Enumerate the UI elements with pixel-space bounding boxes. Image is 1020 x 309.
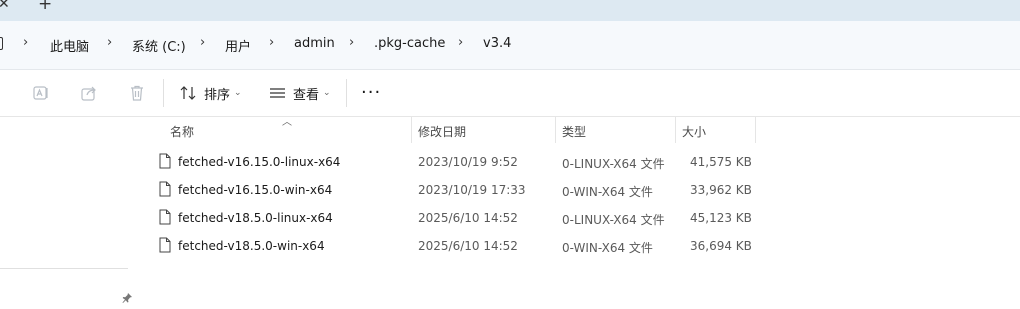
- view-button[interactable]: 查看 ⌄: [269, 83, 331, 103]
- column-divider[interactable]: [675, 117, 676, 143]
- file-icon: [159, 209, 171, 225]
- nav-pane-divider: [0, 268, 128, 269]
- more-options-button[interactable]: ···: [361, 82, 381, 103]
- view-icon: [270, 88, 285, 98]
- new-tab-button[interactable]: +: [38, 0, 52, 14]
- toolbar-divider: [346, 79, 347, 107]
- file-name: fetched-v18.5.0-win-x64: [178, 239, 325, 253]
- file-row[interactable]: fetched-v18.5.0-win-x64 2025/6/10 14:52 …: [150, 232, 760, 260]
- breadcrumb-this-pc[interactable]: 此电脑: [50, 36, 89, 55]
- chevron-right-icon[interactable]: ›: [23, 35, 28, 50]
- file-row[interactable]: fetched-v18.5.0-linux-x64 2025/6/10 14:5…: [150, 204, 760, 232]
- share-icon[interactable]: [80, 84, 98, 102]
- delete-icon[interactable]: [128, 84, 146, 102]
- sort-button[interactable]: 排序 ⌄: [180, 83, 242, 103]
- close-tab-icon[interactable]: ✕: [0, 0, 10, 12]
- view-label: 查看: [293, 87, 320, 103]
- sort-label: 排序: [204, 87, 231, 103]
- file-type: 0-LINUX-X64 文件: [562, 213, 665, 227]
- breadcrumb: › 此电脑 › 系统 (C:) › 用户 › admin › .pkg-cach…: [0, 21, 1020, 70]
- file-name: fetched-v16.15.0-win-x64: [178, 183, 333, 197]
- column-divider[interactable]: [555, 117, 556, 143]
- sort-ascending-icon: ︿: [282, 117, 292, 128]
- chevron-right-icon[interactable]: ›: [458, 35, 463, 50]
- chevron-right-icon[interactable]: ›: [107, 35, 112, 50]
- chevron-down-icon: ⌄: [234, 88, 242, 98]
- sort-icon: [180, 86, 196, 100]
- file-icon: [159, 237, 171, 253]
- file-size: 33,962 KB: [690, 183, 752, 197]
- column-header-date[interactable]: 修改日期: [418, 123, 466, 140]
- toolbar-divider: [163, 79, 164, 107]
- chevron-right-icon[interactable]: ›: [269, 35, 274, 50]
- file-icon: [159, 181, 171, 197]
- breadcrumb-admin[interactable]: admin: [294, 36, 335, 51]
- file-size: 45,123 KB: [690, 211, 752, 225]
- rename-icon[interactable]: [32, 84, 50, 102]
- breadcrumb-system-c[interactable]: 系统 (C:): [132, 36, 186, 55]
- file-size: 41,575 KB: [690, 155, 752, 169]
- chevron-down-icon: ⌄: [323, 88, 331, 98]
- this-pc-icon[interactable]: [0, 37, 3, 50]
- file-type: 0-WIN-X64 文件: [562, 185, 653, 199]
- file-date: 2025/6/10 14:52: [418, 239, 518, 253]
- pin-icon[interactable]: [121, 292, 133, 304]
- file-row[interactable]: fetched-v16.15.0-win-x64 2023/10/19 17:3…: [150, 176, 760, 204]
- file-type: 0-WIN-X64 文件: [562, 241, 653, 255]
- command-bar: 排序 ⌄ 查看 ⌄ ···: [0, 70, 1020, 117]
- tab-strip: ✕ +: [0, 0, 1020, 21]
- file-date: 2025/6/10 14:52: [418, 211, 518, 225]
- file-size: 36,694 KB: [690, 239, 752, 253]
- file-icon: [159, 153, 171, 169]
- chevron-right-icon[interactable]: ›: [349, 35, 354, 50]
- breadcrumb-v3-4[interactable]: v3.4: [483, 36, 511, 51]
- column-divider[interactable]: [411, 117, 412, 143]
- column-header-name[interactable]: 名称: [170, 123, 194, 140]
- breadcrumb-users[interactable]: 用户: [225, 36, 251, 55]
- breadcrumb-pkg-cache[interactable]: .pkg-cache: [374, 36, 445, 51]
- file-row[interactable]: fetched-v16.15.0-linux-x64 2023/10/19 9:…: [150, 148, 760, 176]
- file-type: 0-LINUX-X64 文件: [562, 157, 665, 171]
- file-date: 2023/10/19 9:52: [418, 155, 518, 169]
- column-header-size[interactable]: 大小: [682, 123, 706, 140]
- file-date: 2023/10/19 17:33: [418, 183, 526, 197]
- column-divider[interactable]: [755, 117, 756, 143]
- chevron-right-icon[interactable]: ›: [200, 35, 205, 50]
- file-name: fetched-v16.15.0-linux-x64: [178, 155, 341, 169]
- column-header-type[interactable]: 类型: [562, 123, 586, 140]
- file-name: fetched-v18.5.0-linux-x64: [178, 211, 333, 225]
